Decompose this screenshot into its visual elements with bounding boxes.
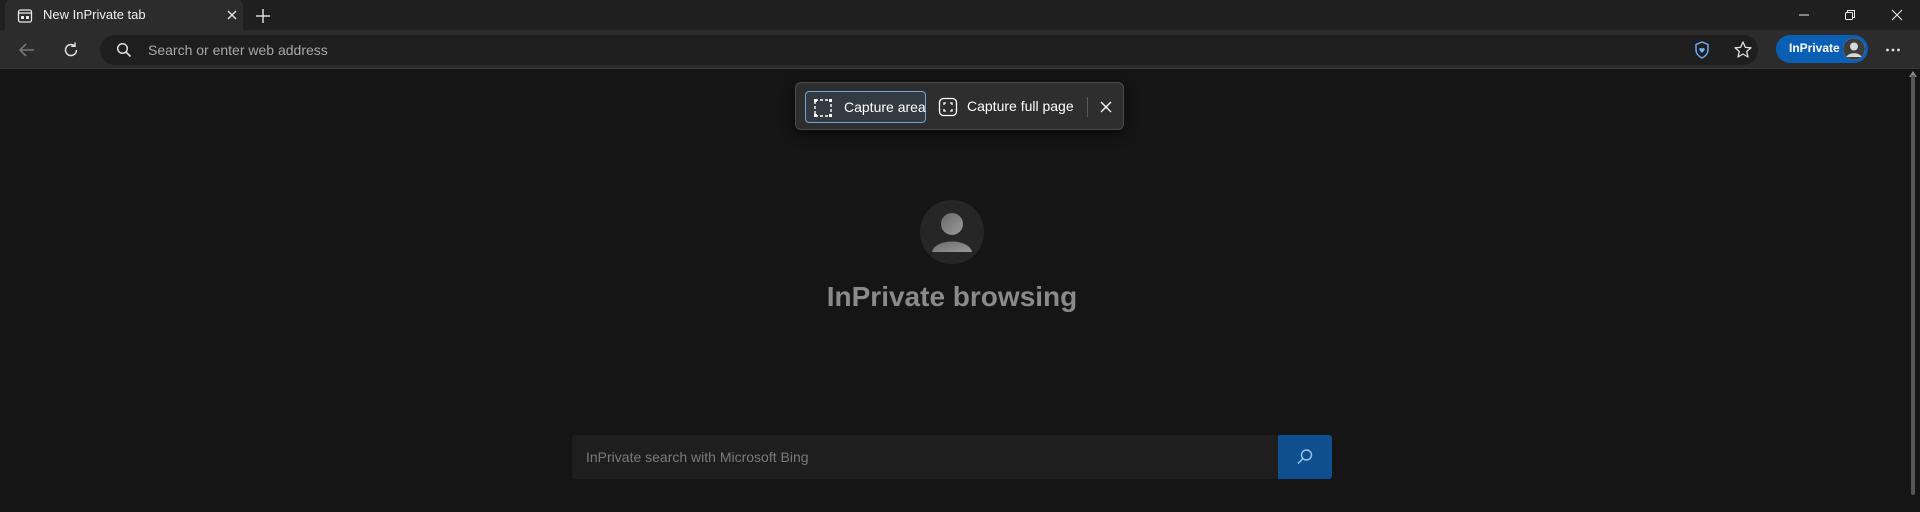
close-window-button[interactable] bbox=[1874, 0, 1920, 30]
capture-close-button[interactable] bbox=[1094, 95, 1118, 119]
tab-close-icon[interactable] bbox=[225, 8, 239, 22]
minimize-icon bbox=[1799, 14, 1809, 16]
inprivate-tab-icon bbox=[17, 9, 33, 23]
inprivate-profile-button[interactable]: InPrivate bbox=[1776, 35, 1868, 63]
avatar bbox=[1843, 38, 1865, 60]
settings-more-button[interactable] bbox=[1877, 34, 1909, 66]
address-bar[interactable] bbox=[100, 35, 1758, 65]
scrollbar[interactable] bbox=[1911, 75, 1915, 495]
refresh-icon bbox=[64, 42, 78, 57]
restore-icon bbox=[1845, 10, 1855, 20]
back-arrow-icon bbox=[18, 43, 34, 57]
minimize-button[interactable] bbox=[1781, 0, 1827, 30]
capture-area-button[interactable]: Capture area bbox=[805, 91, 926, 123]
inprivate-profile-avatar bbox=[920, 200, 984, 264]
capture-full-page-button[interactable]: Capture full page bbox=[932, 91, 1084, 123]
star-icon bbox=[1734, 41, 1752, 58]
shield-heart-icon bbox=[1695, 41, 1709, 59]
divider bbox=[1087, 97, 1088, 117]
close-icon bbox=[1100, 101, 1112, 113]
browser-toolbar: InPrivate bbox=[0, 30, 1920, 69]
tab-title: New InPrivate tab bbox=[43, 7, 146, 22]
restore-button[interactable] bbox=[1827, 0, 1873, 30]
capture-full-page-label: Capture full page bbox=[967, 98, 1074, 114]
close-icon bbox=[1891, 9, 1903, 21]
browser-essentials-button[interactable] bbox=[1686, 34, 1718, 66]
search-icon bbox=[1297, 449, 1313, 465]
capture-area-label: Capture area bbox=[844, 99, 926, 115]
person-icon bbox=[1843, 38, 1865, 60]
inprivate-label: InPrivate bbox=[1789, 41, 1840, 55]
search-icon bbox=[116, 42, 132, 58]
web-capture-toolbar: Capture area Capture full page bbox=[795, 82, 1124, 130]
capture-area-icon bbox=[814, 99, 832, 117]
plus-icon bbox=[256, 9, 270, 23]
tab-new-inprivate[interactable]: New InPrivate tab bbox=[5, 0, 243, 30]
more-icon bbox=[1886, 48, 1900, 52]
new-tab-button[interactable] bbox=[252, 5, 274, 27]
refresh-button[interactable] bbox=[55, 34, 87, 66]
back-button[interactable] bbox=[11, 34, 43, 66]
address-input[interactable] bbox=[146, 35, 1646, 65]
person-icon bbox=[920, 200, 984, 264]
capture-full-page-icon bbox=[938, 97, 958, 117]
bing-search-input[interactable] bbox=[584, 435, 1264, 479]
bing-search-button[interactable] bbox=[1278, 435, 1332, 479]
bing-search-box[interactable] bbox=[572, 435, 1278, 479]
page-title: InPrivate browsing bbox=[826, 281, 1078, 312]
title-bar: New InPrivate tab bbox=[0, 0, 1920, 30]
favorites-button[interactable] bbox=[1727, 34, 1759, 66]
